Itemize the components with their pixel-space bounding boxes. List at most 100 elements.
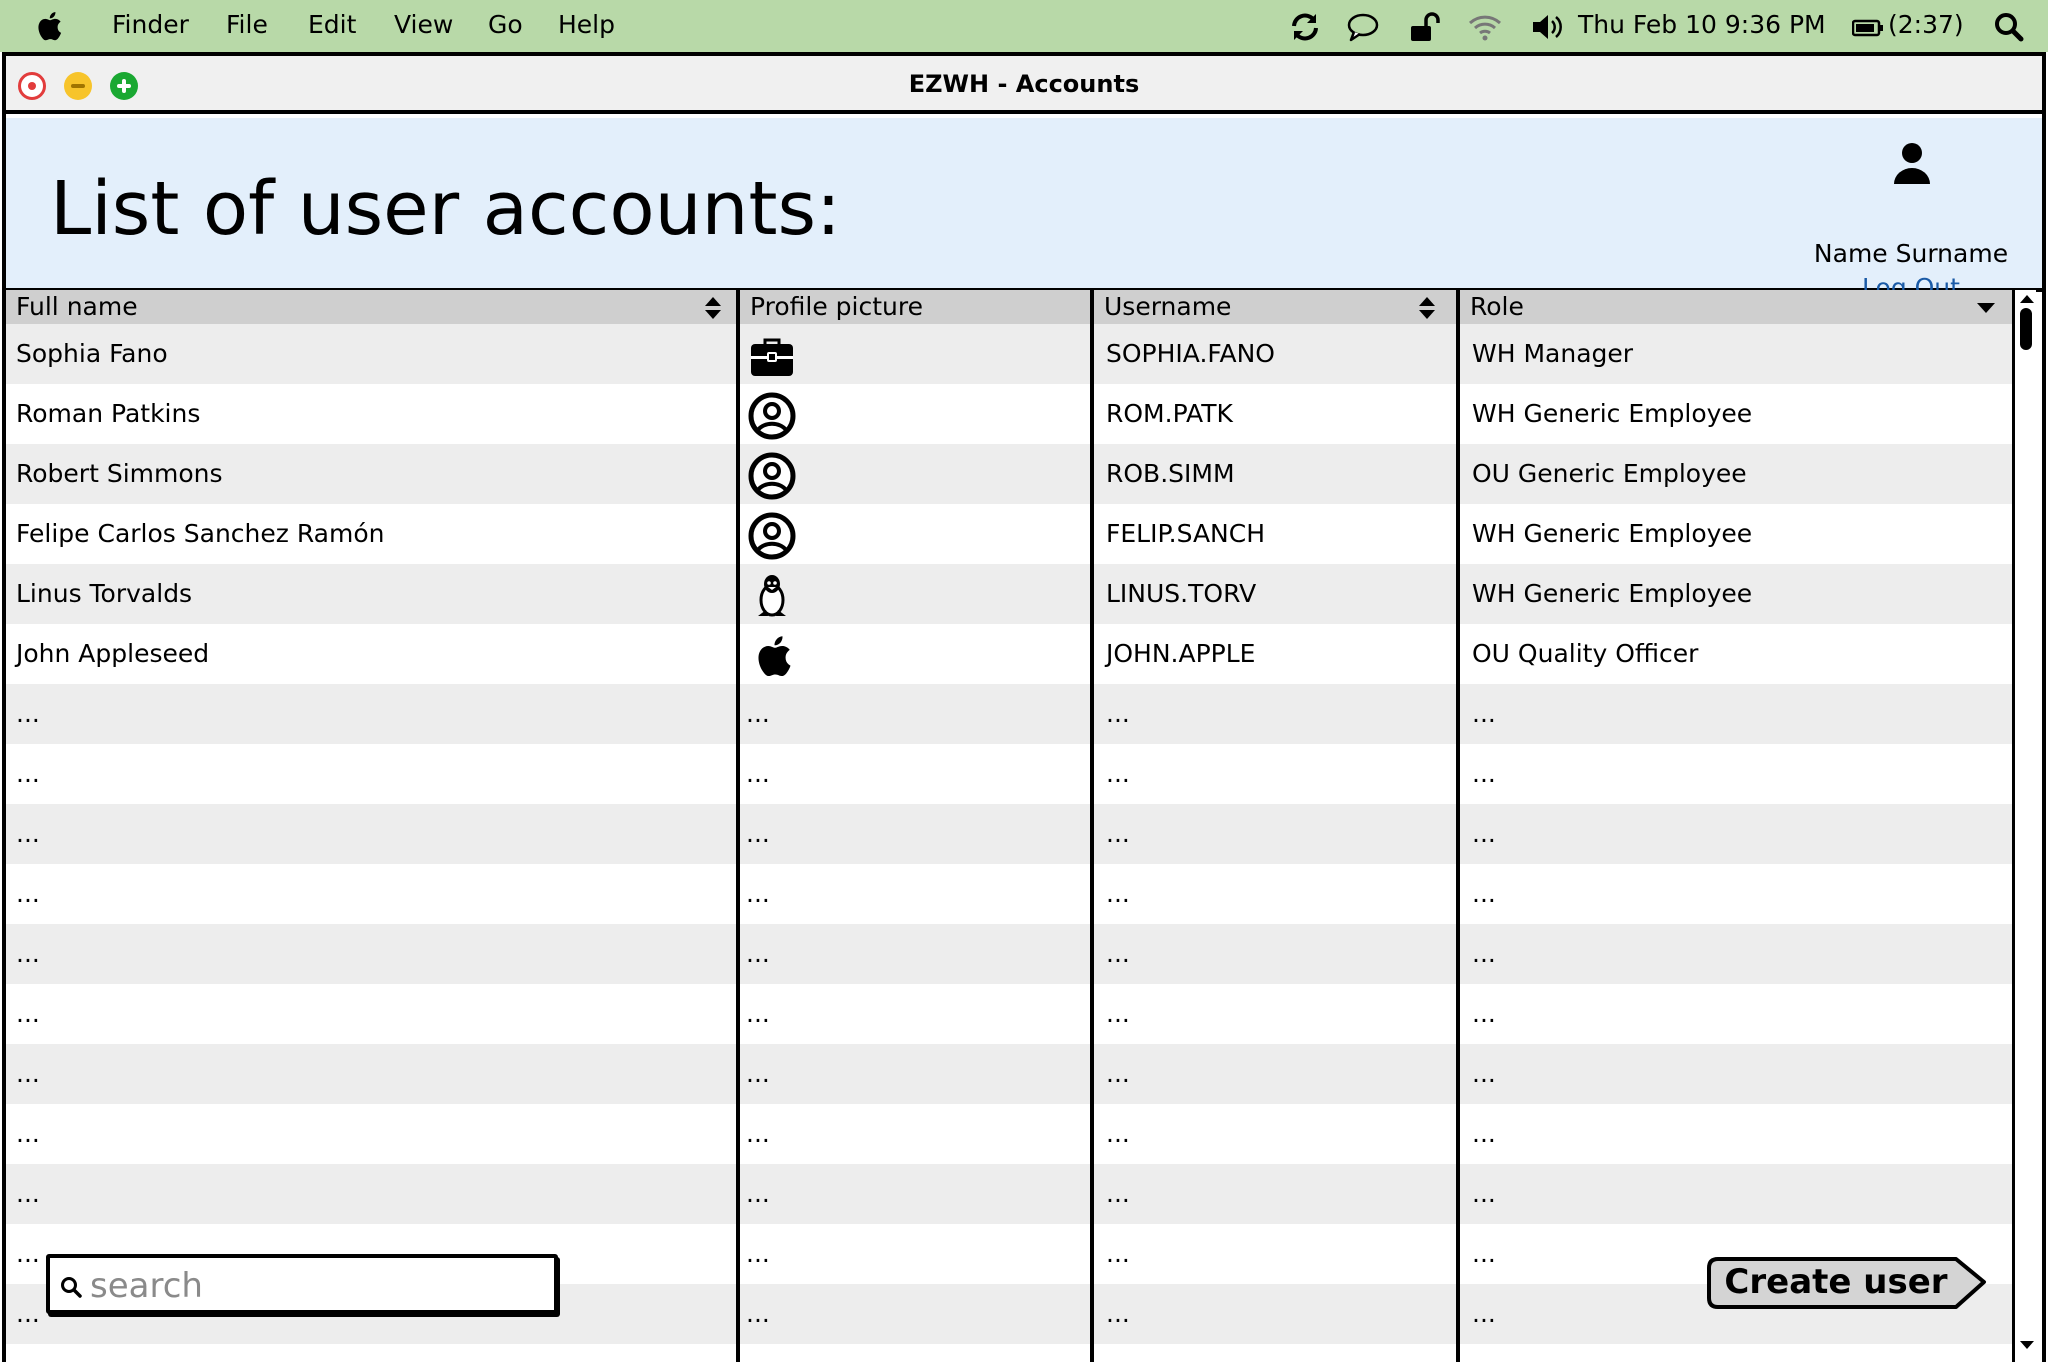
- cell-full-name: ...: [16, 1179, 40, 1208]
- search-input[interactable]: [90, 1264, 540, 1308]
- cell-profile-picture: ...: [746, 1239, 770, 1268]
- sync-icon[interactable]: [1288, 10, 1322, 44]
- table-row[interactable]: ............: [6, 864, 2016, 924]
- table-row[interactable]: ............: [6, 744, 2016, 804]
- column-header-role[interactable]: Role: [1460, 290, 2010, 324]
- cell-role: ...: [1472, 999, 1496, 1028]
- scroll-down-arrow-icon[interactable]: [2019, 1340, 2035, 1350]
- table-row[interactable]: ............: [6, 684, 2016, 744]
- cell-full-name: John Appleseed: [16, 639, 210, 668]
- cell-username: ...: [1106, 1299, 1130, 1328]
- battery-icon[interactable]: [1852, 10, 1884, 44]
- cell-full-name: ...: [16, 759, 40, 788]
- cell-username: LINUS.TORV: [1106, 579, 1257, 608]
- sort-icon[interactable]: [704, 296, 722, 320]
- cell-profile-picture: [742, 504, 1092, 564]
- user-avatar-icon: [1894, 143, 1930, 184]
- user-circle-icon: [748, 392, 796, 440]
- cell-profile-picture: ...: [746, 759, 770, 788]
- menu-file[interactable]: File: [226, 8, 268, 42]
- cell-full-name: ...: [16, 819, 40, 848]
- column-header-full-name[interactable]: Full name: [6, 290, 736, 324]
- cell-username: FELIP.SANCH: [1106, 519, 1265, 548]
- column-divider: [1090, 290, 1094, 1362]
- scrollbar-thumb[interactable]: [2020, 308, 2032, 350]
- table-row[interactable]: ............: [6, 924, 2016, 984]
- cell-role: WH Manager: [1472, 339, 1634, 368]
- cell-profile-picture: [742, 384, 1092, 444]
- cell-full-name: Sophia Fano: [16, 339, 168, 368]
- cell-profile-picture: [742, 324, 1092, 384]
- table-row[interactable]: ............: [6, 984, 2016, 1044]
- battery-time: (2:37): [1888, 10, 1964, 39]
- page-title: List of user accounts:: [50, 166, 841, 252]
- column-header-profile-picture[interactable]: Profile picture: [740, 290, 1090, 324]
- volume-icon[interactable]: [1530, 10, 1564, 44]
- create-user-button[interactable]: Create user: [1706, 1256, 1988, 1312]
- menu-finder[interactable]: Finder: [112, 8, 189, 42]
- cell-role: OU Generic Employee: [1472, 459, 1747, 488]
- search-box[interactable]: [46, 1254, 558, 1314]
- cell-role: ...: [1472, 1119, 1496, 1148]
- sort-icon[interactable]: [1418, 296, 1436, 320]
- cell-role: ...: [1472, 1179, 1496, 1208]
- create-user-label: Create user: [1724, 1262, 1948, 1302]
- cell-username: ROB.SIMM: [1106, 459, 1235, 488]
- table-row[interactable]: Roman Patkins ROM.PATK WH Generic Employee: [6, 384, 2016, 444]
- table-row[interactable]: ............: [6, 804, 2016, 864]
- search-icon[interactable]: [1994, 10, 2024, 44]
- table-header: Full name Profile picture Username Role: [6, 290, 2016, 324]
- menu-view[interactable]: View: [394, 8, 453, 42]
- scroll-up-arrow-icon[interactable]: [2019, 294, 2035, 304]
- unlock-icon[interactable]: [1408, 10, 1442, 44]
- cell-profile-picture: ...: [746, 699, 770, 728]
- cell-role: ...: [1472, 759, 1496, 788]
- cell-role: ...: [1472, 879, 1496, 908]
- clock[interactable]: Thu Feb 10 9:36 PM: [1578, 8, 1826, 42]
- cell-full-name: Robert Simmons: [16, 459, 223, 488]
- table-row[interactable]: Sophia Fano SOPHIA.FANO WH Manager: [6, 324, 2016, 384]
- cell-full-name: ...: [16, 999, 40, 1028]
- wifi-icon[interactable]: [1468, 10, 1502, 44]
- cell-profile-picture: [742, 564, 1092, 624]
- cell-full-name: ...: [16, 1119, 40, 1148]
- window-title: EZWH - Accounts: [908, 70, 1140, 98]
- cell-profile-picture: [742, 624, 1092, 684]
- cell-profile-picture: ...: [746, 1299, 770, 1328]
- apple-icon[interactable]: [33, 9, 63, 43]
- table-row[interactable]: ............: [6, 1044, 2016, 1104]
- search-icon: [61, 1277, 82, 1298]
- cell-full-name: Felipe Carlos Sanchez Ramón: [16, 519, 385, 548]
- column-header-username[interactable]: Username: [1094, 290, 1458, 324]
- menu-go[interactable]: Go: [488, 8, 523, 42]
- cell-profile-picture: ...: [746, 999, 770, 1028]
- cell-full-name: Linus Torvalds: [16, 579, 193, 608]
- table-row[interactable]: Felipe Carlos Sanchez Ramón FELIP.SANCH WH…: [6, 504, 2016, 564]
- menu-bar: Finder File Edit View Go Help Thu Feb 10…: [0, 0, 2048, 52]
- cell-full-name: ...: [16, 879, 40, 908]
- cell-profile-picture: ...: [746, 1179, 770, 1208]
- menu-help[interactable]: Help: [558, 8, 615, 42]
- cell-username: ...: [1106, 1059, 1130, 1088]
- cell-profile-picture: ...: [746, 939, 770, 968]
- menu-edit[interactable]: Edit: [308, 8, 356, 42]
- cell-username: ...: [1106, 759, 1130, 788]
- table-row[interactable]: Robert Simmons ROB.SIMM OU Generic Employe…: [6, 444, 2016, 504]
- cell-role: ...: [1472, 819, 1496, 848]
- cell-profile-picture: ...: [746, 1059, 770, 1088]
- cell-role: WH Generic Employee: [1472, 519, 1753, 548]
- chevron-down-icon[interactable]: [1976, 302, 1996, 314]
- table-row[interactable]: Linus Torvalds LINUS.TORV WH Generic Emplo…: [6, 564, 2016, 624]
- cell-full-name: ...: [16, 939, 40, 968]
- chat-bubble-icon[interactable]: [1346, 10, 1380, 44]
- cell-username: SOPHIA.FANO: [1106, 339, 1275, 368]
- cell-username: ...: [1106, 999, 1130, 1028]
- cell-role: WH Generic Employee: [1472, 399, 1753, 428]
- cell-profile-picture: ...: [746, 879, 770, 908]
- vertical-scrollbar[interactable]: [2012, 290, 2036, 1362]
- cell-role: ...: [1472, 699, 1496, 728]
- table-row[interactable]: ............: [6, 1104, 2016, 1164]
- table-row[interactable]: John Appleseed JOHN.APPLE OU Quality Offic…: [6, 624, 2016, 684]
- table-row[interactable]: ............: [6, 1164, 2016, 1224]
- cell-profile-picture: ...: [746, 819, 770, 848]
